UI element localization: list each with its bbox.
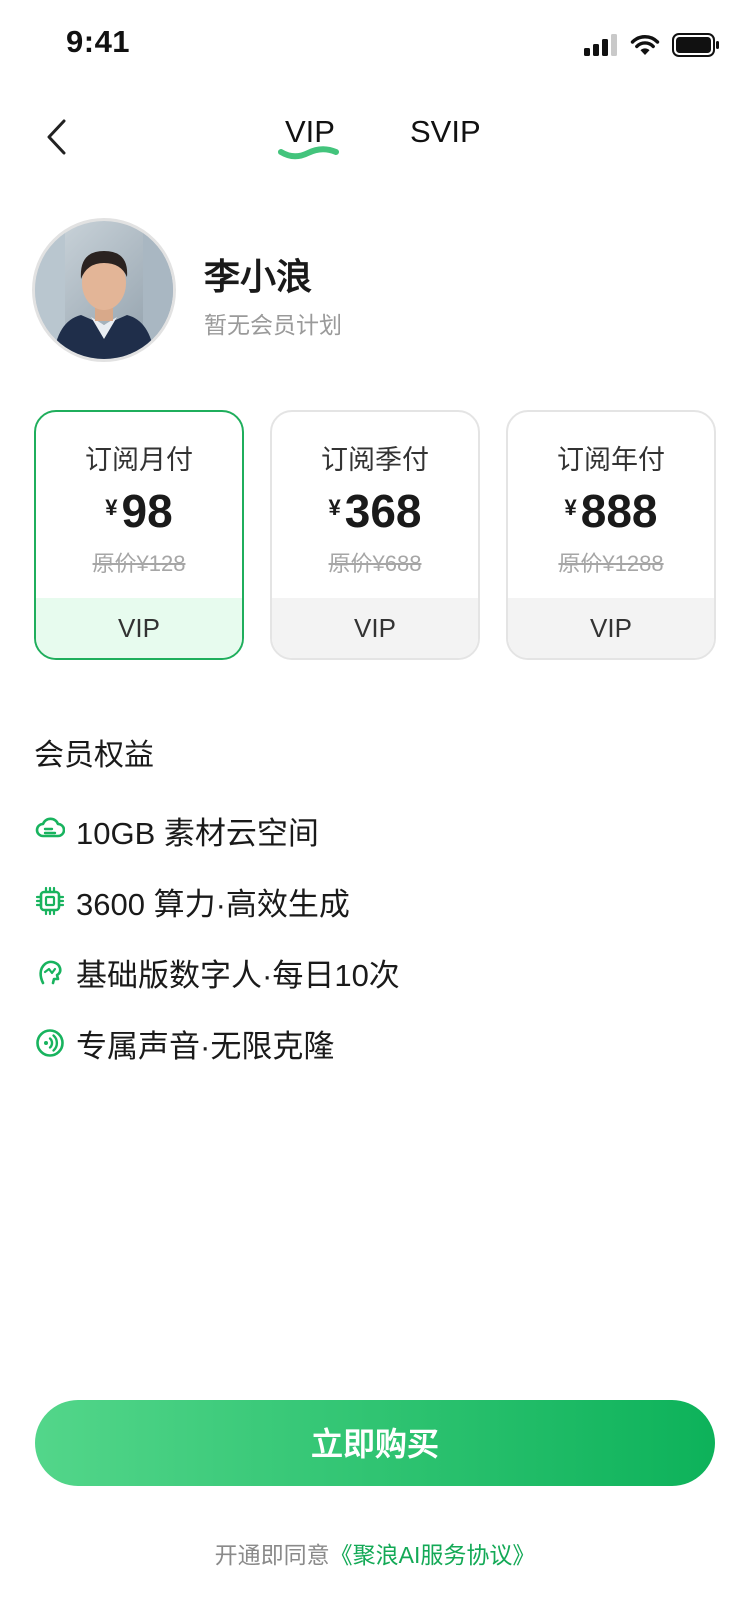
plan-tier-label: VIP (36, 598, 242, 658)
price-amount: 98 (121, 485, 173, 537)
status-icons (584, 30, 720, 60)
benefit-item: 专属声音·无限克隆 (34, 1021, 334, 1065)
benefit-text: 专属声音·无限克隆 (76, 1028, 335, 1064)
user-name: 李小浪 (204, 256, 313, 297)
tab-svip[interactable]: SVIP (410, 114, 481, 150)
original-price: 原价¥1288 (558, 551, 664, 576)
avatar (32, 218, 176, 362)
benefit-item: 基础版数字人·每日10次 (34, 950, 400, 994)
plan-price: ¥888 (508, 484, 714, 538)
battery-icon (672, 33, 719, 57)
plan-card-yearly[interactable]: 订阅年付 ¥888 原价¥1288 VIP (506, 410, 716, 660)
plan-price: ¥98 (36, 484, 242, 538)
currency-symbol: ¥ (328, 495, 341, 520)
price-amount: 368 (344, 485, 422, 537)
currency-symbol: ¥ (564, 495, 577, 520)
service-agreement-link[interactable]: 《聚浪AI服务协议》 (330, 1542, 536, 1568)
status-time: 9:41 (66, 24, 131, 59)
plan-card-monthly[interactable]: 订阅月付 ¥98 原价¥128 VIP (34, 410, 244, 660)
price-amount: 888 (580, 485, 658, 537)
original-price: 原价¥688 (328, 551, 422, 576)
plan-price: ¥368 (272, 484, 478, 538)
plan-tabs: VIP SVIP (0, 114, 750, 170)
plan-title: 订阅年付 (557, 445, 665, 475)
plan-tier-label: VIP (272, 598, 478, 658)
plan-tier-label: VIP (508, 598, 714, 658)
benefits-title: 会员权益 (34, 739, 154, 772)
benefit-text: 3600 算力·高效生成 (76, 886, 350, 922)
voice-icon (34, 1027, 66, 1059)
agreement-text: 开通即同意《聚浪AI服务协议》 (0, 1536, 750, 1570)
cloud-storage-icon (34, 814, 66, 846)
plan-title: 订阅月付 (85, 445, 193, 475)
signal-icon (584, 34, 617, 56)
agreement-prefix: 开通即同意 (214, 1542, 330, 1568)
chip-icon (34, 885, 66, 917)
tab-active-indicator (278, 146, 339, 160)
membership-status: 暂无会员计划 (204, 312, 342, 338)
benefit-text: 基础版数字人·每日10次 (76, 957, 400, 993)
original-price: 原价¥128 (92, 551, 186, 576)
benefit-item: 3600 算力·高效生成 (34, 879, 350, 923)
benefit-text: 10GB 素材云空间 (76, 815, 319, 851)
plan-title: 订阅季付 (321, 445, 429, 475)
benefit-item: 10GB 素材云空间 (34, 808, 319, 852)
wifi-icon (630, 35, 660, 55)
avatar-photo (35, 221, 173, 359)
plan-card-quarterly[interactable]: 订阅季付 ¥368 原价¥688 VIP (270, 410, 480, 660)
plan-cards: 订阅月付 ¥98 原价¥128 VIP 订阅季付 ¥368 原价¥688 VIP… (34, 410, 718, 660)
buy-now-button[interactable]: 立即购买 (35, 1400, 715, 1486)
digital-human-icon (34, 956, 66, 988)
currency-symbol: ¥ (105, 495, 118, 520)
